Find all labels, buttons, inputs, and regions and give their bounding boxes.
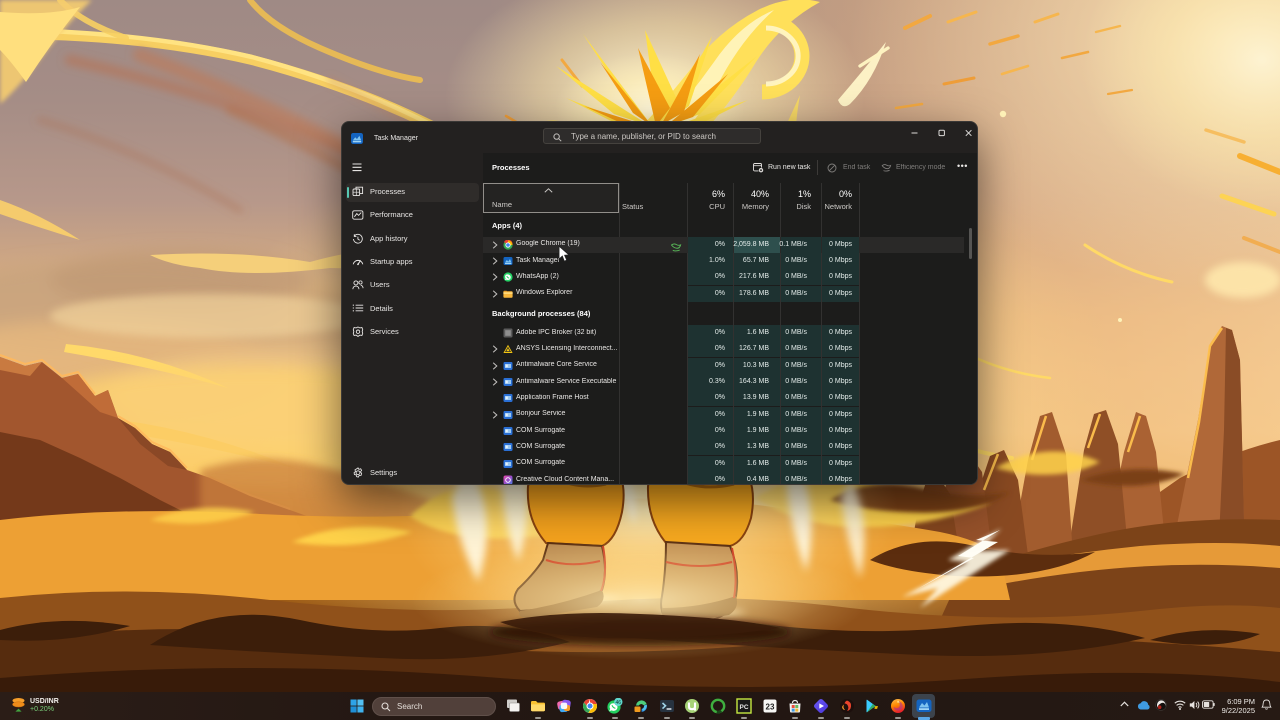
svg-text:23: 23 <box>765 703 774 712</box>
svg-text:46: 46 <box>616 700 622 706</box>
svg-text:PC: PC <box>739 704 748 711</box>
